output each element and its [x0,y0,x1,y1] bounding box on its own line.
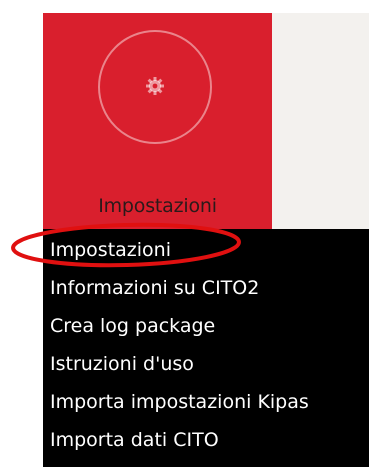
menu-item-impostazioni[interactable]: Impostazioni [50,232,171,268]
gear-icon [146,77,164,95]
menu-item-crea-log-package[interactable]: Crea log package [50,308,215,344]
tile-label: Impostazioni [98,195,217,217]
dropdown-menu: Impostazioni Informazioni su CITO2 Crea … [43,229,369,467]
menu-item-istruzioni-uso[interactable]: Istruzioni d'uso [50,346,194,382]
tile-icon-circle [98,30,212,144]
screenshot-canvas: Impostazioni Impostazioni Informazioni s… [0,0,369,467]
background-panel [272,13,369,235]
menu-item-informazioni-cito2[interactable]: Informazioni su CITO2 [50,270,259,306]
settings-tile[interactable]: Impostazioni [43,13,272,235]
menu-item-importa-dati-cito[interactable]: Importa dati CITO [50,422,219,458]
menu-item-importa-impostazioni-kipas[interactable]: Importa impostazioni Kipas [50,384,309,420]
